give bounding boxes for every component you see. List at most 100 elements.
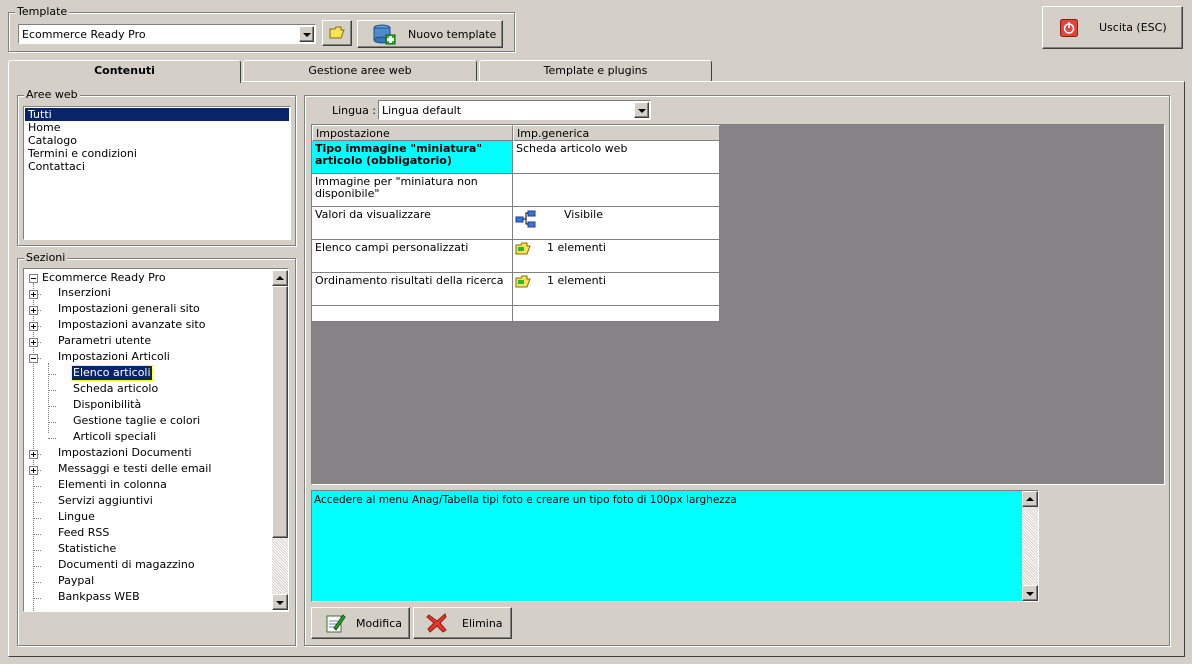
grid-setting-cell[interactable]: Tipo immagine "miniatura" articolo (obbl…: [312, 141, 513, 174]
tree-item-label: Disponibilità: [73, 398, 142, 411]
description-scrollbar[interactable]: [1022, 491, 1038, 601]
sezioni-label: Sezioni: [24, 251, 68, 264]
tree-icon: [515, 210, 536, 228]
tree-item[interactable]: Parametri utente: [24, 334, 272, 350]
tree-item[interactable]: Impostazioni generali sito: [24, 302, 272, 318]
tree-item[interactable]: Messaggi e testi delle email: [24, 462, 272, 478]
grid-setting-cell[interactable]: Valori da visualizzare: [312, 207, 513, 240]
lingua-select[interactable]: Lingua default: [378, 100, 651, 120]
tree-item-label: Impostazioni Documenti: [58, 446, 192, 459]
tree-item[interactable]: Impostazioni avanzate sito: [24, 318, 272, 334]
grid-value-cell[interactable]: Scheda articolo web: [513, 141, 720, 174]
tree-item[interactable]: Elenco articoli: [24, 365, 272, 382]
tree-item[interactable]: Inserzioni: [24, 286, 272, 302]
exit-button[interactable]: Uscita (ESC): [1042, 6, 1183, 49]
tree-root-label: Ecommerce Ready Pro: [42, 271, 166, 284]
power-icon: [1060, 18, 1078, 37]
tab-gestione-aree-web[interactable]: Gestione aree web: [243, 60, 477, 81]
tab-template-plugins-label: Template e plugins: [543, 64, 648, 77]
aree-web-list[interactable]: Tutti Home Catalogo Termini e condizioni…: [23, 106, 291, 240]
tree-item-label: Articoli speciali: [73, 430, 157, 443]
scroll-up-button[interactable]: [272, 270, 288, 286]
expand-icon[interactable]: [29, 338, 38, 347]
description-box[interactable]: Accedere al menu Anag/Tabella tipi foto …: [311, 490, 1039, 602]
tree-item[interactable]: Servizi aggiuntivi: [24, 494, 272, 510]
scroll-down-button[interactable]: [272, 594, 288, 610]
collapse-icon[interactable]: [29, 274, 38, 283]
tree-item[interactable]: Gestione taglie e colori: [24, 414, 272, 430]
list-item[interactable]: Contattaci: [25, 160, 289, 173]
scroll-down-button[interactable]: [1022, 585, 1038, 601]
grid-value-text: 1 elementi: [547, 274, 606, 287]
tree-item-label: Parametri utente: [58, 334, 152, 347]
tree-item-label: Feed RSS: [58, 526, 110, 539]
list-item[interactable]: Tutti: [25, 108, 289, 121]
tree-item[interactable]: Elementi in colonna: [24, 478, 272, 494]
list-item[interactable]: Home: [25, 121, 289, 134]
expand-icon[interactable]: [29, 306, 38, 315]
tree-item-label: Servizi aggiuntivi: [58, 494, 153, 507]
tree-item-label: Statistiche: [58, 542, 117, 555]
tree-scrollbar[interactable]: [272, 270, 288, 610]
tab-contenuti-label: Contenuti: [94, 64, 155, 77]
folder-icon: [515, 275, 531, 288]
tree-item[interactable]: Impostazioni Documenti: [24, 446, 272, 462]
grid-value-cell[interactable]: 1 elementi: [513, 273, 720, 306]
tree-item[interactable]: Lingue: [24, 510, 272, 526]
grid-empty-cell[interactable]: [513, 306, 720, 322]
elimina-label: Elimina: [462, 616, 503, 630]
grid-setting-cell[interactable]: Immagine per "miniatura non disponibile": [312, 174, 513, 207]
lingua-select-value: Lingua default: [382, 104, 462, 117]
list-item[interactable]: Catalogo: [25, 134, 289, 147]
grid-setting-cell[interactable]: Elenco campi personalizzati: [312, 240, 513, 273]
tree-item[interactable]: Disponibilità: [24, 398, 272, 414]
delete-x-icon: [426, 613, 447, 633]
tree-item-label: Paypal: [58, 574, 95, 587]
description-text: Accedere al menu Anag/Tabella tipi foto …: [314, 494, 737, 506]
new-template-button[interactable]: Nuovo template: [357, 20, 503, 48]
grid-value-text: Visibile: [564, 208, 603, 221]
tab-template-plugins[interactable]: Template e plugins: [479, 60, 712, 81]
grid-header-value: Imp.generica: [513, 125, 720, 141]
modifica-label: Modifica: [356, 616, 402, 630]
tree-item-label: Elenco articoli: [71, 365, 153, 381]
list-item[interactable]: Termini e condizioni: [25, 147, 289, 160]
tab-contenuti[interactable]: Contenuti: [8, 60, 241, 83]
tree-item-label: Impostazioni generali sito: [58, 302, 200, 315]
chevron-down-icon[interactable]: [634, 102, 649, 118]
grid-setting-cell[interactable]: Ordinamento risultati della ricerca: [312, 273, 513, 306]
sezioni-tree[interactable]: Ecommerce Ready Pro Inserzioni Impostazio…: [23, 268, 289, 612]
grid-header-setting: Impostazione: [312, 125, 513, 141]
tree-item-label: Documenti di magazzino: [58, 558, 195, 571]
elimina-button[interactable]: Elimina: [413, 607, 512, 639]
open-folder-button[interactable]: [322, 20, 352, 46]
tree-item[interactable]: Articoli speciali: [24, 430, 272, 446]
tree-item[interactable]: Impostazioni Articoli: [24, 350, 272, 366]
new-template-label: Nuovo template: [408, 27, 497, 41]
tree-item-label: Inserzioni: [58, 286, 111, 299]
tree-item-label: Gestione taglie e colori: [73, 414, 201, 427]
tree-item[interactable]: Statistiche: [24, 542, 272, 558]
tree-item[interactable]: Documenti di magazzino: [24, 558, 272, 574]
grid-empty-cell[interactable]: [312, 306, 513, 322]
tree-item[interactable]: Bankpass WEB: [24, 590, 272, 606]
folder-icon: [515, 242, 531, 255]
template-select[interactable]: Ecommerce Ready Pro: [18, 24, 316, 44]
grid-value-cell[interactable]: 1 elementi: [513, 240, 720, 273]
chevron-down-icon[interactable]: [299, 26, 314, 42]
tree-item[interactable]: Feed RSS: [24, 526, 272, 542]
collapse-icon[interactable]: [29, 354, 38, 363]
scroll-thumb[interactable]: [272, 286, 288, 538]
expand-icon[interactable]: [29, 450, 38, 459]
tree-item-label: Elementi in colonna: [58, 478, 167, 491]
tree-item[interactable]: Paypal: [24, 574, 272, 590]
lingua-label: Lingua :: [332, 104, 377, 117]
grid-value-cell[interactable]: [513, 174, 720, 207]
expand-icon[interactable]: [29, 290, 38, 299]
tree-item[interactable]: Scheda articolo: [24, 382, 272, 398]
scroll-up-button[interactable]: [1022, 491, 1038, 507]
modifica-button[interactable]: Modifica: [311, 607, 410, 639]
grid-value-cell[interactable]: Visibile: [513, 207, 720, 240]
expand-icon[interactable]: [29, 466, 38, 475]
expand-icon[interactable]: [29, 322, 38, 331]
